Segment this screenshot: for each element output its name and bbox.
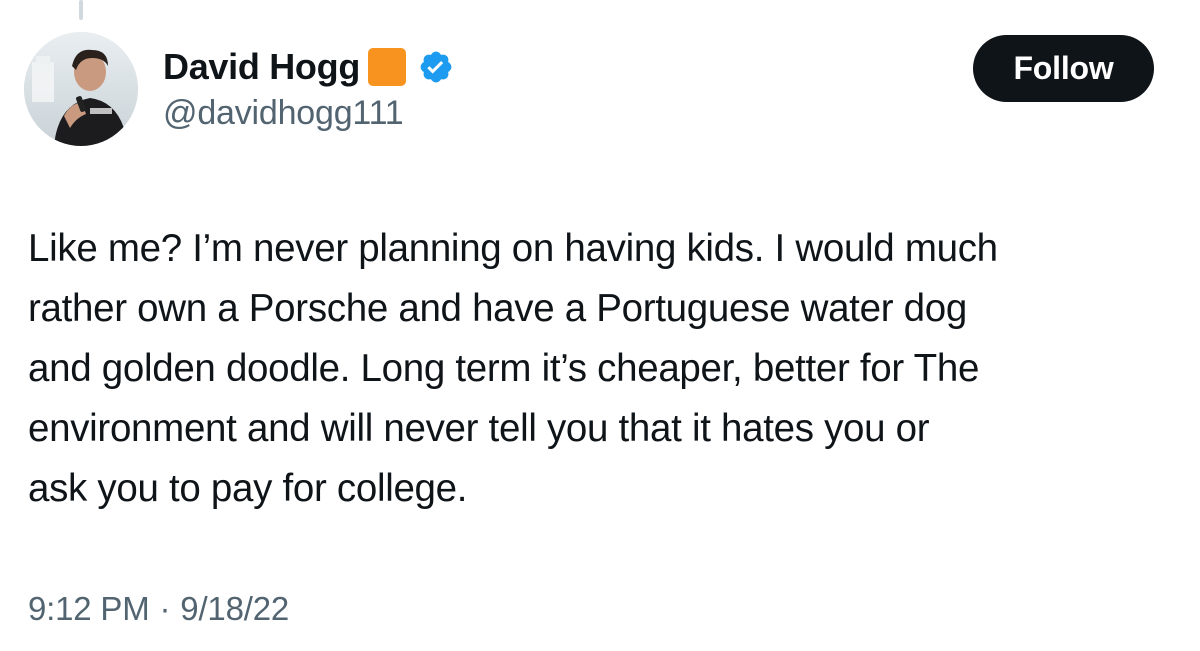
tweet-text-line: environment and will never tell you that… bbox=[28, 407, 930, 450]
tweet-text-line: ask you to pay for college. bbox=[28, 467, 468, 510]
user-handle[interactable]: @davidhogg111 bbox=[163, 94, 454, 133]
display-name[interactable]: David Hogg bbox=[163, 46, 360, 88]
orange-square-icon bbox=[368, 48, 407, 86]
tweet-time: 9:12 PM bbox=[28, 590, 150, 627]
avatar[interactable] bbox=[24, 32, 138, 146]
tweet-text: Like me? I’m never planning on having ki… bbox=[28, 219, 1178, 519]
verified-badge-icon[interactable] bbox=[418, 49, 454, 85]
tweet-date: 9/18/22 bbox=[180, 590, 289, 627]
thread-connector-line bbox=[79, 0, 83, 20]
profile-photo-icon bbox=[24, 32, 138, 146]
tweet-text-line: rather own a Porsche and have a Portugue… bbox=[28, 287, 967, 330]
meta-separator: · bbox=[159, 590, 171, 627]
tweet-text-line: Like me? I’m never planning on having ki… bbox=[28, 227, 998, 270]
author-info: David Hogg @davidhogg111 bbox=[163, 44, 454, 133]
name-row: David Hogg bbox=[163, 44, 454, 90]
tweet-text-line: and golden doodle. Long term it’s cheape… bbox=[28, 347, 980, 390]
tweet-timestamp[interactable]: 9:12 PM · 9/18/22 bbox=[28, 590, 289, 628]
follow-button[interactable]: Follow bbox=[973, 35, 1154, 102]
